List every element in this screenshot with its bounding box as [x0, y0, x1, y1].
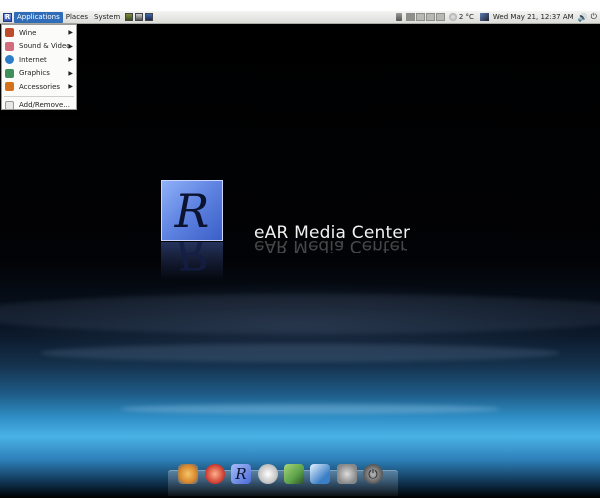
settings-icon[interactable]: [337, 464, 357, 484]
terminal-icon[interactable]: [125, 13, 134, 21]
menu-item-wine[interactable]: Wine ▶: [2, 26, 76, 40]
power-icon[interactable]: ⏻: [591, 12, 597, 22]
network-icon[interactable]: [479, 13, 489, 21]
menu-item-add-remove[interactable]: Add/Remove...: [2, 99, 76, 113]
menu-item-label: Sound & Video: [19, 42, 71, 51]
submenu-arrow-icon: ▶: [68, 69, 73, 77]
volume-icon[interactable]: 🔊: [578, 13, 588, 22]
weather-icon[interactable]: [448, 13, 457, 21]
applications-menu-button[interactable]: Applications: [14, 11, 63, 23]
screen-top-border: [0, 0, 600, 11]
menu-item-label: Wine: [19, 28, 37, 37]
ear-logo: R: [161, 180, 223, 241]
display-icon[interactable]: [135, 13, 144, 21]
image-viewer-icon[interactable]: [145, 13, 154, 21]
web-browser-icon[interactable]: [178, 464, 198, 484]
applications-menu: Wine ▶ Sound & Video ▶ Internet ▶ Graphi…: [1, 24, 77, 110]
trash-icon[interactable]: [395, 13, 402, 21]
menu-separator: [4, 95, 74, 97]
ear-logo-icon[interactable]: R: [231, 464, 251, 484]
menu-item-sound-video[interactable]: Sound & Video ▶: [2, 40, 76, 54]
menu-item-label: Internet: [19, 55, 47, 64]
menu-item-accessories[interactable]: Accessories ▶: [2, 80, 76, 94]
menu-item-internet[interactable]: Internet ▶: [2, 53, 76, 67]
temperature-label[interactable]: 2 °C: [459, 13, 474, 21]
ear-logo-letter: R: [174, 183, 210, 238]
add-remove-icon: [5, 100, 14, 110]
workspace-4[interactable]: [435, 13, 445, 21]
graphics-icon: [5, 68, 14, 78]
image-editor-icon[interactable]: [284, 464, 304, 484]
submenu-arrow-icon: ▶: [68, 56, 73, 64]
brand-name-reflection: eAR Media Center: [254, 239, 407, 253]
desktop-wallpaper: [0, 24, 600, 498]
internet-icon: [5, 55, 14, 65]
system-tray: 2 °C Wed May 21, 12:37 AM 🔊 ⏻: [395, 11, 600, 24]
accessories-icon: [5, 82, 14, 92]
menu-item-label: Add/Remove...: [19, 101, 70, 110]
places-menu-button[interactable]: Places: [63, 12, 91, 23]
teacup-icon[interactable]: [258, 464, 278, 484]
wine-icon: [5, 28, 14, 38]
workspace-2[interactable]: [415, 13, 425, 21]
clock[interactable]: Wed May 21, 12:37 AM: [493, 13, 574, 21]
submenu-arrow-icon: ▶: [68, 83, 73, 91]
menu-item-label: Accessories: [19, 82, 61, 91]
workspace-3[interactable]: [425, 13, 435, 21]
menu-item-graphics[interactable]: Graphics ▶: [2, 67, 76, 81]
submenu-arrow-icon: ▶: [68, 42, 73, 50]
shutdown-icon[interactable]: ⏻: [363, 464, 383, 484]
drawing-icon[interactable]: [310, 464, 330, 484]
submenu-arrow-icon: ▶: [68, 29, 73, 37]
workspace-1[interactable]: [405, 13, 415, 21]
workspace-switcher[interactable]: [405, 13, 445, 21]
top-panel: R Applications Places System 2 °C Wed Ma…: [0, 11, 600, 24]
menu-item-label: Graphics: [19, 69, 50, 78]
applications-logo-icon[interactable]: R: [3, 12, 12, 22]
system-menu-button[interactable]: System: [91, 12, 123, 23]
sound-video-icon: [5, 41, 14, 51]
ear-logo-reflection: R: [161, 242, 223, 280]
media-player-icon[interactable]: [205, 464, 225, 484]
